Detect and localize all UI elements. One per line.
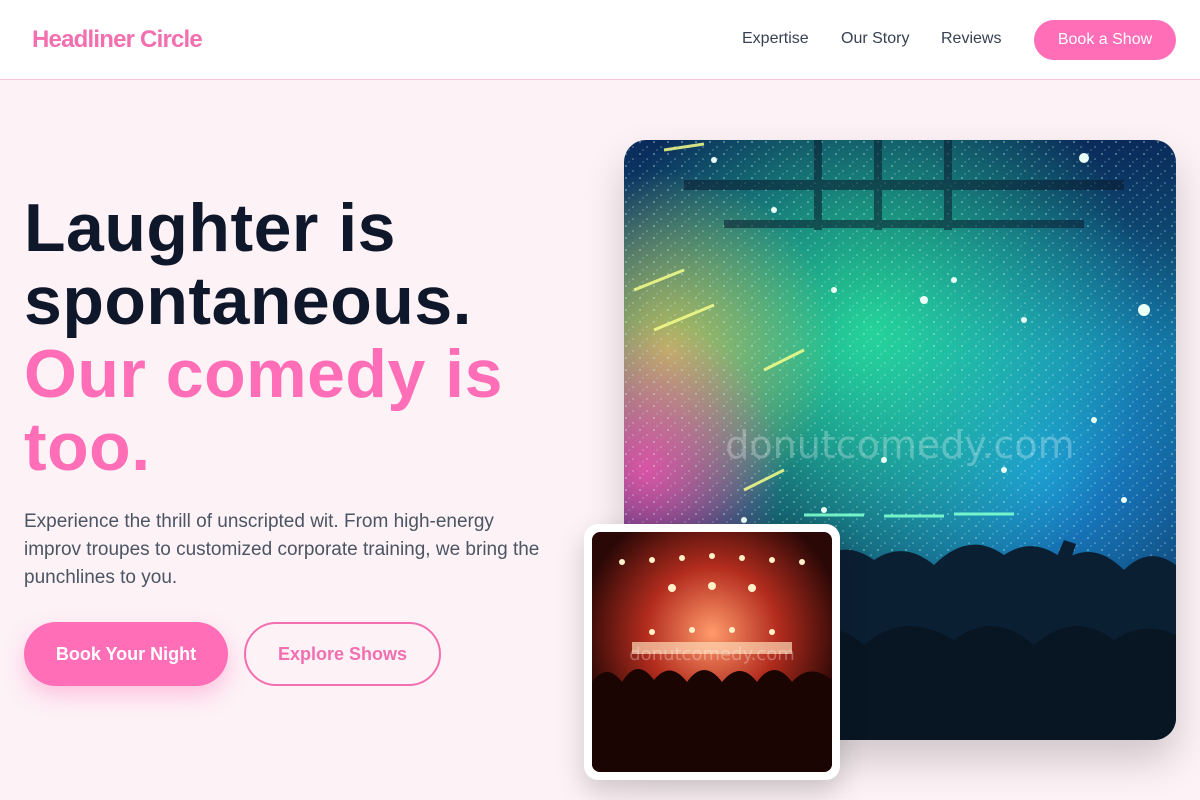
headline-accent-line-1: Our comedy is [24,336,503,412]
headline-line-1: Laughter is [24,190,396,266]
headline-accent-line-2: too. [24,409,151,485]
headline-line-2: spontaneous. [24,263,473,339]
hero-subtext: Experience the thrill of unscripted wit.… [24,511,540,588]
nav-link-reviews[interactable]: Reviews [941,30,1001,48]
inset-stage-image: donutcomedy.com [592,532,832,772]
explore-shows-button[interactable]: Explore Shows [244,622,441,686]
nav-link-our-story[interactable]: Our Story [841,30,909,48]
nav-link-expertise[interactable]: Expertise [742,30,809,48]
stage-photo: donutcomedy.com [592,532,832,772]
brand-logo[interactable]: Headliner Circle [32,26,203,54]
book-a-show-button[interactable]: Book a Show [1034,20,1176,60]
main-image-watermark: donutcomedy.com [725,423,1074,467]
inset-image-watermark: donutcomedy.com [629,644,795,665]
top-navbar: Headliner Circle Expertise Our Story Rev… [0,0,1200,80]
inset-image-card: donutcomedy.com [584,524,840,780]
book-your-night-button[interactable]: Book Your Night [24,622,228,686]
hero-headline: Laughter is spontaneous. Our comedy is t… [24,192,584,484]
